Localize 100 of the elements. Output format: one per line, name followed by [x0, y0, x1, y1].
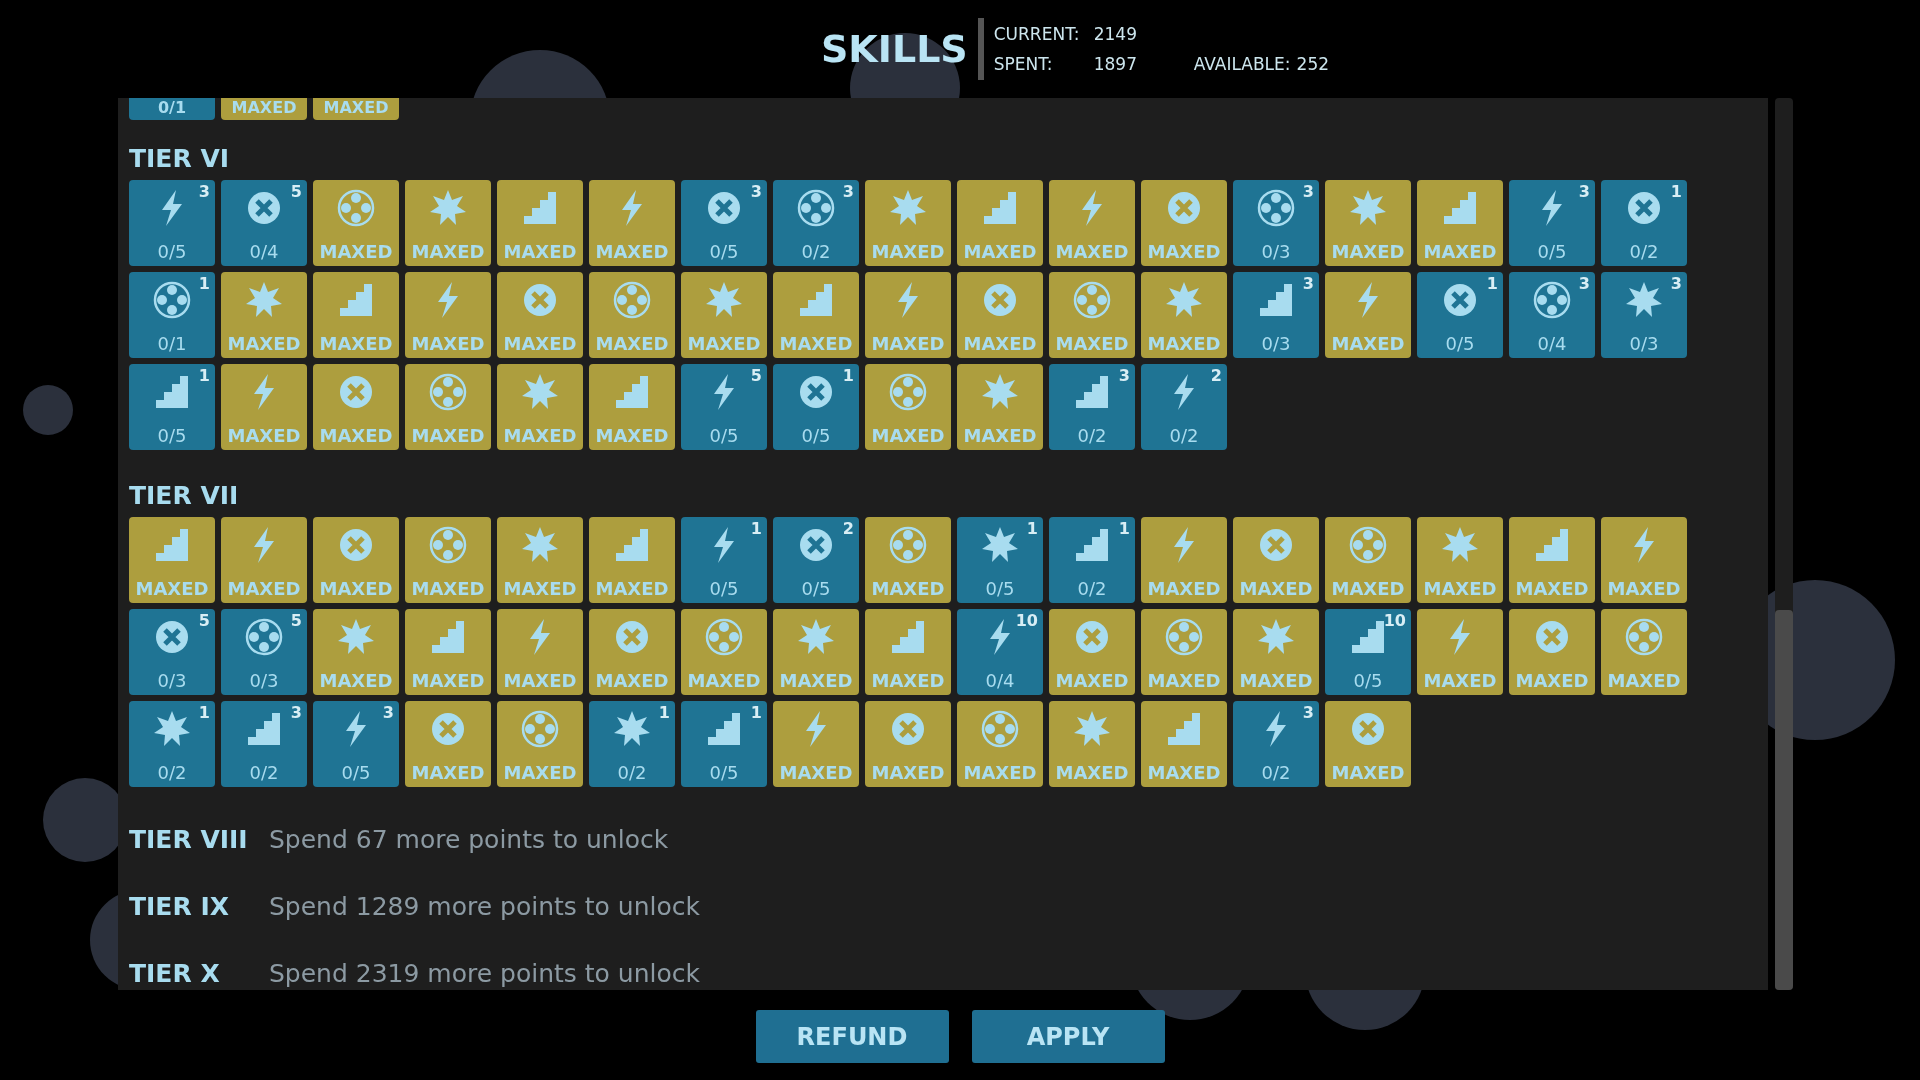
skill-tile[interactable]: MAXED — [865, 701, 951, 787]
skill-tile[interactable]: MAXED — [589, 364, 675, 450]
skill-tile[interactable]: 1 0/5 — [681, 517, 767, 603]
skill-tile[interactable]: 5 0/4 — [221, 180, 307, 266]
skill-tile[interactable]: 1 0/5 — [1417, 272, 1503, 358]
skill-tile[interactable]: MAXED — [497, 272, 583, 358]
skill-tile[interactable]: 3 0/4 — [1509, 272, 1595, 358]
skill-tile[interactable]: MAXED — [1141, 701, 1227, 787]
skill-tile[interactable]: MAXED — [589, 609, 675, 695]
skill-tile[interactable]: MAXED — [1417, 609, 1503, 695]
skill-tile[interactable]: MAXED — [221, 364, 307, 450]
skill-tile[interactable]: MAXED — [1049, 609, 1135, 695]
skill-tile[interactable]: MAXED — [221, 272, 307, 358]
skill-tile[interactable]: MAXED — [313, 98, 399, 120]
skill-tile[interactable]: MAXED — [773, 272, 859, 358]
skill-tile[interactable]: 3 0/3 — [1601, 272, 1687, 358]
skill-tile[interactable]: MAXED — [957, 272, 1043, 358]
skill-tile[interactable]: MAXED — [957, 701, 1043, 787]
skill-tile[interactable]: 1 0/2 — [589, 701, 675, 787]
skill-tile[interactable]: MAXED — [313, 364, 399, 450]
skill-tile[interactable]: 3 0/2 — [1233, 701, 1319, 787]
skill-tile[interactable]: 3 0/2 — [773, 180, 859, 266]
skill-tile[interactable]: 3 0/3 — [1233, 180, 1319, 266]
skill-tile[interactable]: MAXED — [1141, 517, 1227, 603]
skill-tile[interactable]: 1 0/5 — [129, 364, 215, 450]
skill-tile[interactable]: MAXED — [313, 180, 399, 266]
skill-tile[interactable]: 2 0/5 — [773, 517, 859, 603]
skill-tile[interactable]: 3 0/2 — [1049, 364, 1135, 450]
skill-tile[interactable]: MAXED — [221, 517, 307, 603]
skill-tile[interactable]: MAXED — [1417, 180, 1503, 266]
skill-tile[interactable]: MAXED — [1233, 609, 1319, 695]
skill-tile[interactable]: MAXED — [497, 180, 583, 266]
skill-tile[interactable]: MAXED — [773, 701, 859, 787]
skill-tile[interactable]: 1 0/5 — [957, 517, 1043, 603]
skill-tile[interactable]: MAXED — [589, 272, 675, 358]
skill-tile[interactable]: 3 0/5 — [129, 180, 215, 266]
skill-tile[interactable]: 1 0/2 — [1601, 180, 1687, 266]
skill-tile[interactable]: MAXED — [497, 701, 583, 787]
skill-tile[interactable]: MAXED — [1049, 180, 1135, 266]
skill-tile[interactable]: MAXED — [957, 180, 1043, 266]
skill-tile[interactable]: MAXED — [313, 272, 399, 358]
skill-tile[interactable]: 5 0/3 — [221, 609, 307, 695]
skill-tile[interactable]: MAXED — [1049, 701, 1135, 787]
skill-tile[interactable]: MAXED — [129, 517, 215, 603]
skill-tile[interactable]: 3 0/2 — [221, 701, 307, 787]
apply-button[interactable]: APPLY — [971, 1010, 1165, 1063]
skill-tile[interactable]: MAXED — [497, 517, 583, 603]
skill-tile[interactable]: MAXED — [1325, 180, 1411, 266]
skill-tile[interactable]: MAXED — [1325, 272, 1411, 358]
skill-tile[interactable]: MAXED — [313, 517, 399, 603]
skill-tile[interactable]: MAXED — [589, 180, 675, 266]
skill-tile[interactable]: 1 0/1 — [129, 272, 215, 358]
skill-tile[interactable]: MAXED — [1325, 701, 1411, 787]
skill-tile[interactable]: MAXED — [957, 364, 1043, 450]
skill-tile[interactable]: 2 0/2 — [1141, 364, 1227, 450]
skill-tile[interactable]: MAXED — [865, 609, 951, 695]
skill-tile[interactable]: MAXED — [405, 180, 491, 266]
skill-tile[interactable]: 1 0/2 — [129, 701, 215, 787]
skill-tile[interactable]: 3 0/3 — [1233, 272, 1319, 358]
skill-tile[interactable]: 1 0/2 — [1049, 517, 1135, 603]
skill-tile[interactable]: MAXED — [1141, 272, 1227, 358]
skill-tile[interactable]: 5 0/5 — [681, 364, 767, 450]
scrollbar[interactable] — [1775, 98, 1793, 990]
skill-tile[interactable]: 1 0/5 — [681, 701, 767, 787]
skill-tile[interactable]: 1 0/5 — [773, 364, 859, 450]
skill-tile[interactable]: MAXED — [313, 609, 399, 695]
skill-tile[interactable]: MAXED — [681, 272, 767, 358]
skill-tile[interactable]: MAXED — [1049, 272, 1135, 358]
skill-tile[interactable]: MAXED — [681, 609, 767, 695]
skill-tile[interactable]: MAXED — [865, 517, 951, 603]
skill-tile[interactable]: MAXED — [865, 272, 951, 358]
skill-tile[interactable]: MAXED — [865, 180, 951, 266]
skill-tile[interactable]: 3 0/5 — [681, 180, 767, 266]
skill-tile[interactable]: MAXED — [773, 609, 859, 695]
skill-tile[interactable]: MAXED — [1509, 609, 1595, 695]
skill-tile[interactable]: MAXED — [865, 364, 951, 450]
skill-tile[interactable]: MAXED — [1141, 609, 1227, 695]
skill-tile[interactable]: MAXED — [1233, 517, 1319, 603]
skill-tile[interactable]: MAXED — [221, 98, 307, 120]
skill-tile[interactable]: MAXED — [1417, 517, 1503, 603]
skill-tile[interactable]: MAXED — [405, 609, 491, 695]
skill-tile[interactable]: MAXED — [405, 272, 491, 358]
skill-tile[interactable]: MAXED — [1325, 517, 1411, 603]
skill-tile[interactable]: 0/1 — [129, 98, 215, 120]
skill-tile[interactable]: MAXED — [1601, 609, 1687, 695]
skill-tile[interactable]: 5 0/3 — [129, 609, 215, 695]
skill-tile[interactable]: MAXED — [1509, 517, 1595, 603]
skill-tile[interactable]: 3 0/5 — [1509, 180, 1595, 266]
refund-button[interactable]: REFUND — [755, 1010, 949, 1063]
skill-tile[interactable]: 3 0/5 — [313, 701, 399, 787]
skill-tile[interactable]: MAXED — [1601, 517, 1687, 603]
skill-tile[interactable]: MAXED — [1141, 180, 1227, 266]
skill-tile[interactable]: 10 0/5 — [1325, 609, 1411, 695]
skill-tile[interactable]: MAXED — [405, 701, 491, 787]
skill-tile[interactable]: 10 0/4 — [957, 609, 1043, 695]
skill-tile[interactable]: MAXED — [405, 517, 491, 603]
skill-tile[interactable]: MAXED — [589, 517, 675, 603]
skill-tile[interactable]: MAXED — [497, 609, 583, 695]
skill-tile[interactable]: MAXED — [405, 364, 491, 450]
skill-tile[interactable]: MAXED — [497, 364, 583, 450]
